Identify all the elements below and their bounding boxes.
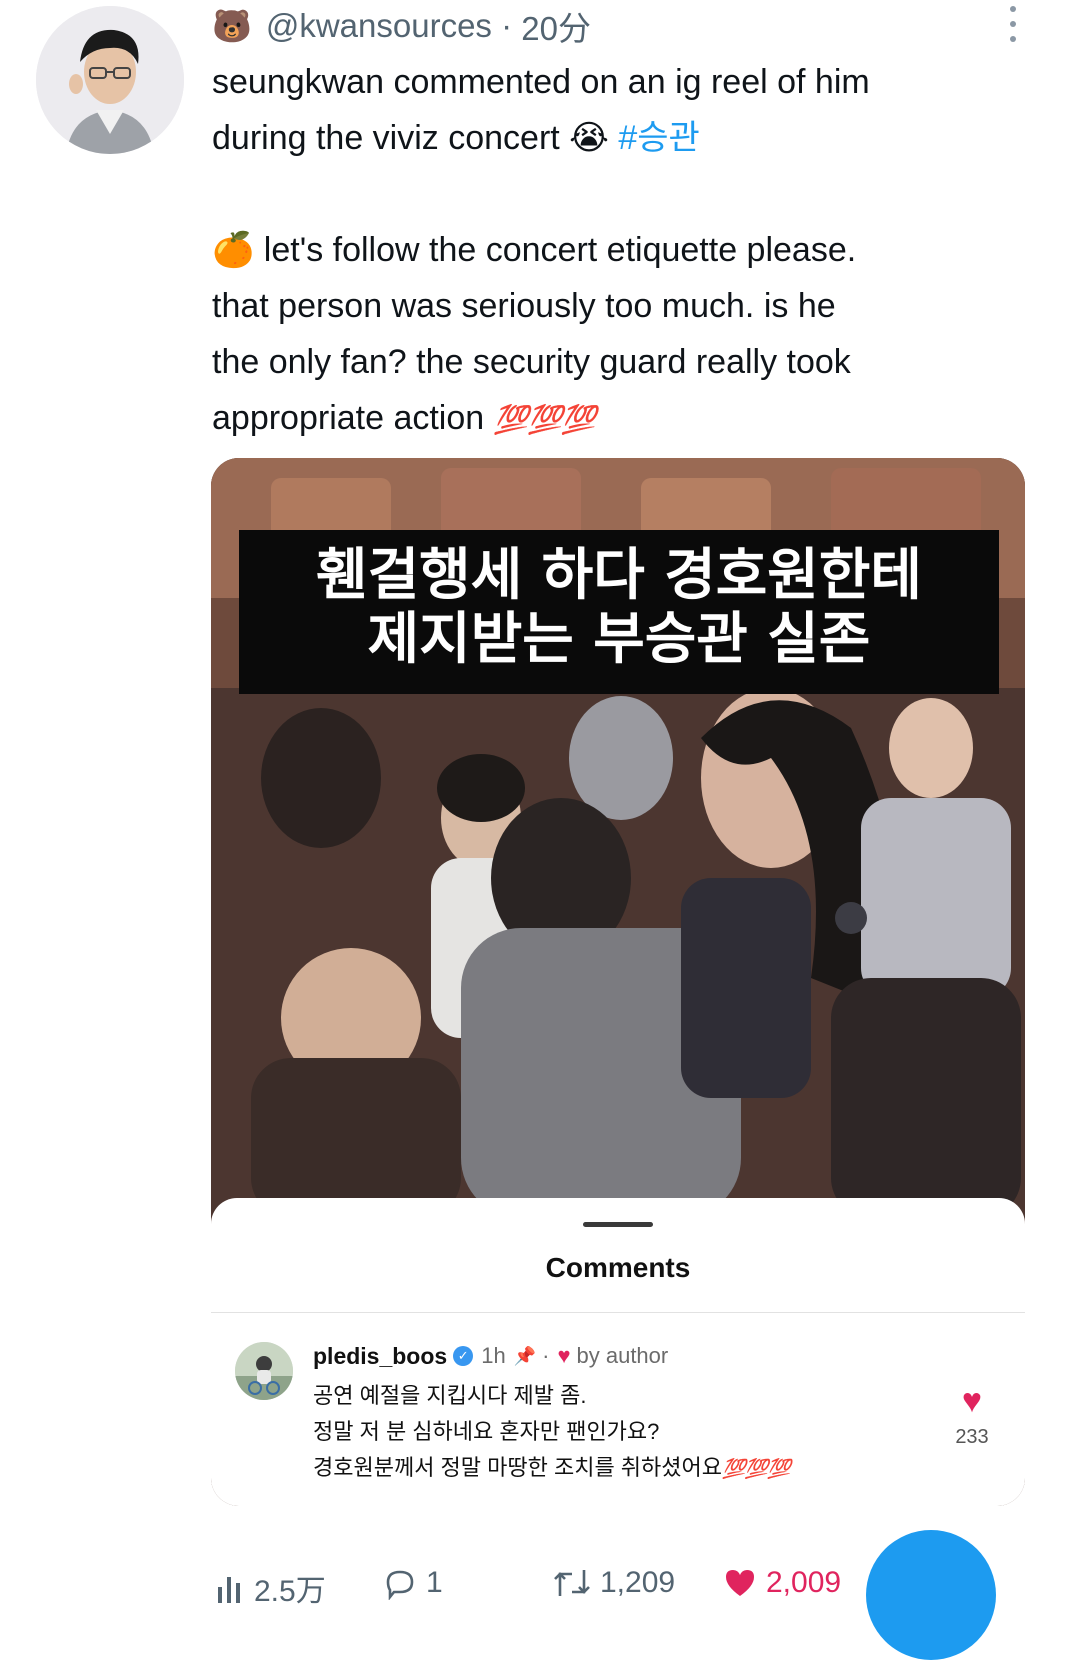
hundred-emoji: 💯💯💯	[722, 1459, 791, 1480]
like-count: 2,009	[766, 1566, 842, 1599]
comment-like-count: 233	[955, 1426, 989, 1448]
views-icon	[218, 1577, 240, 1603]
bear-emoji: 🐻	[212, 8, 252, 44]
retweet-icon	[554, 1570, 590, 1596]
comment-line: 공연 예절을 지킵시다 제발 좀.	[313, 1383, 587, 1408]
tweet-header: 🐻 @kwansources · 20分	[212, 0, 591, 52]
tweet-line: appropriate action 💯💯💯	[212, 399, 597, 437]
tweet-body: seungkwan commented on an ig reel of him…	[212, 54, 1032, 448]
hundred-emoji: 💯💯💯	[493, 404, 597, 435]
separator: ·	[542, 1343, 550, 1368]
verified-badge-icon: ✓	[453, 1346, 474, 1366]
caption-line: 제지받는 부승관 실존	[367, 607, 871, 672]
author-handle[interactable]: @kwansources	[266, 7, 492, 45]
views-count: 2.5万	[254, 1575, 326, 1608]
heart-icon	[726, 1570, 754, 1596]
by-author-label: by author	[576, 1343, 669, 1368]
tweet-line: the only fan? the security guard really …	[212, 343, 851, 381]
views-action[interactable]: 2.5万	[212, 1566, 326, 1610]
tweet-line: 🍊 let's follow the concert etiquette ple…	[212, 231, 857, 269]
retweet-count: 1,209	[600, 1566, 676, 1599]
tweet-line: during the viviz concert 😭 #승관	[212, 119, 700, 157]
tweet-line: that person was seriously too much. is h…	[212, 287, 836, 325]
hashtag-link[interactable]: #승관	[618, 119, 699, 157]
comment-like-heart-icon[interactable]: ♥	[955, 1382, 989, 1421]
reply-icon	[386, 1570, 414, 1600]
like-action[interactable]: 2,009	[722, 1566, 841, 1600]
comment-meta: pledis_boos ✓ 1h 📌 · ♥ by author	[313, 1338, 668, 1374]
author-avatar[interactable]	[36, 6, 184, 154]
crying-emoji: 😭	[569, 119, 609, 157]
reply-action[interactable]: 1	[382, 1566, 443, 1600]
tweet-line: seungkwan commented on an ig reel of him	[212, 63, 870, 101]
tweet-media[interactable]: 휀걸행세 하다 경호원한테 제지받는 부승관 실존 Comments pledi…	[211, 458, 1025, 1506]
author-liked-heart-icon: ♥	[557, 1343, 571, 1368]
comment-time: 1h	[481, 1343, 506, 1368]
comment-line: 정말 저 분 심하네요 혼자만 팬인가요?	[313, 1419, 660, 1444]
compose-tweet-button[interactable]	[866, 1530, 996, 1660]
caption-line: 휀걸행세 하다 경호원한테	[316, 543, 922, 608]
video-caption: 휀걸행세 하다 경호원한테 제지받는 부승관 실존	[239, 530, 999, 694]
comment-line: 경호원분께서 정말 마땅한 조치를 취하셨어요💯💯💯	[313, 1455, 791, 1480]
header-separator: ·	[491, 7, 522, 44]
tangerine-emoji: 🍊	[212, 231, 255, 269]
sheet-drag-handle[interactable]	[583, 1222, 653, 1227]
comments-title: Comments	[545, 1252, 691, 1283]
commenter-username[interactable]: pledis_boos	[313, 1343, 447, 1370]
more-options-icon[interactable]	[1005, 6, 1021, 42]
commenter-avatar-image	[235, 1342, 293, 1400]
divider	[211, 1312, 1025, 1313]
pin-icon: 📌	[513, 1345, 537, 1366]
avatar-image	[36, 6, 184, 154]
tweet-time[interactable]: 20分	[521, 2, 591, 50]
retweet-action[interactable]: 1,209	[552, 1566, 675, 1600]
commenter-avatar[interactable]	[235, 1342, 293, 1400]
reply-count: 1	[426, 1566, 443, 1599]
comments-sheet: Comments pledis_boos ✓ 1h 📌 · ♥ by autho…	[211, 1198, 1025, 1506]
comment-text: 공연 예절을 지킵시다 제발 좀. 정말 저 분 심하네요 혼자만 팬인가요? …	[313, 1378, 933, 1488]
